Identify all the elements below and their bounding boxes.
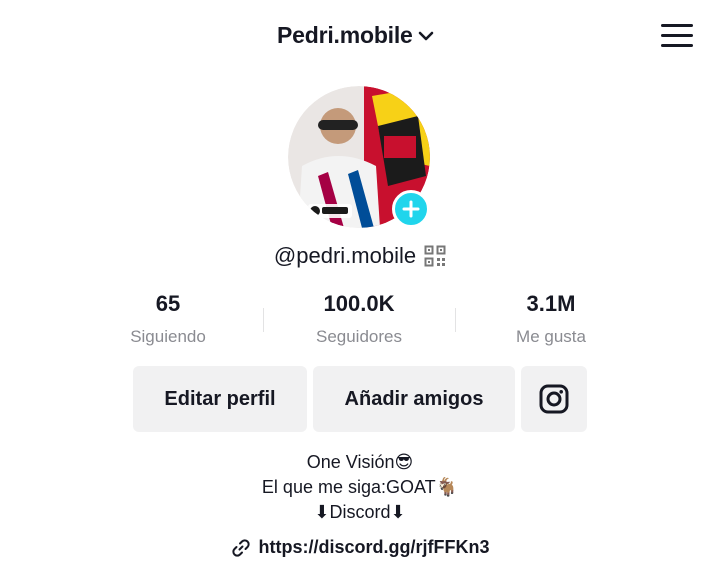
following-count: 65 — [155, 291, 181, 316]
stat-following[interactable]: 65 Siguiendo — [78, 290, 258, 350]
likes-count: 3.1M — [526, 291, 576, 316]
bio-line: One Visión😎 — [306, 452, 414, 472]
stats-divider — [263, 308, 264, 332]
profile-handle: @pedri.mobile — [273, 243, 417, 268]
stat-followers[interactable]: 100.0K Seguidores — [269, 290, 449, 350]
add-friends-button[interactable]: Añadir amigos — [313, 366, 515, 432]
account-name: Pedri.mobile — [277, 22, 413, 48]
handle-row: @pedri.mobile — [0, 243, 720, 269]
bio-link[interactable]: https://discord.gg/rjfFFKn3 — [259, 537, 490, 558]
link-icon — [231, 538, 250, 557]
stats-row: 65 Siguiendo 100.0K Seguidores 3.1M Me g… — [0, 290, 720, 352]
qr-code-icon[interactable] — [424, 245, 446, 267]
avatar-container — [288, 86, 430, 228]
profile-header: Pedri.mobile — [0, 0, 720, 72]
followers-count: 100.0K — [323, 291, 395, 316]
instagram-icon — [539, 384, 569, 414]
stats-divider — [455, 308, 456, 332]
profile-bio: One Visión😎 El que me siga:GOAT🐐 ⬇Discor… — [0, 450, 720, 525]
edit-profile-button[interactable]: Editar perfil — [133, 366, 307, 432]
instagram-button[interactable] — [521, 366, 587, 432]
bio-line: ⬇Discord⬇ — [314, 502, 406, 522]
chevron-down-icon — [418, 31, 433, 40]
followers-label: Seguidores — [315, 327, 402, 346]
hamburger-menu-icon[interactable] — [661, 24, 693, 50]
plus-icon — [402, 200, 420, 218]
bio-line: El que me siga:GOAT🐐 — [261, 477, 459, 497]
account-switcher[interactable]: Pedri.mobile — [277, 22, 435, 49]
following-label: Siguiendo — [130, 327, 206, 346]
bio-link-row[interactable]: https://discord.gg/rjfFFKn3 — [0, 537, 720, 558]
stat-likes[interactable]: 3.1M Me gusta — [461, 290, 641, 350]
likes-label: Me gusta — [516, 327, 586, 346]
add-story-button[interactable] — [392, 190, 430, 228]
